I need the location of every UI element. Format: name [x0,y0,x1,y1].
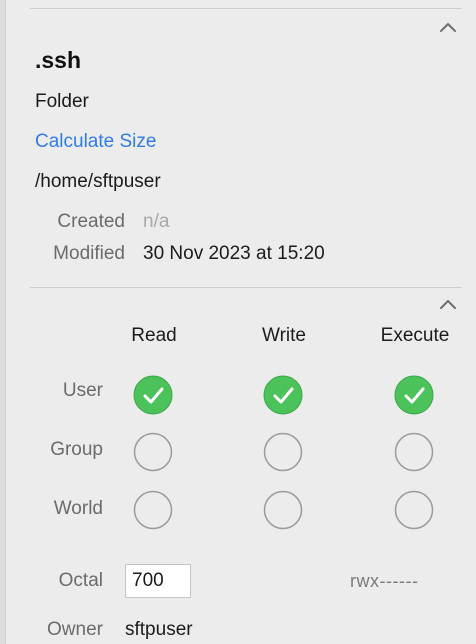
column-header-write: Write [262,325,306,346]
section-divider [30,8,462,9]
row-label-user: User [62,380,103,401]
group-execute-checkbox[interactable] [394,432,434,472]
created-label: Created [57,211,125,232]
octal-input[interactable] [125,564,191,598]
user-read-checkbox[interactable] [133,375,173,415]
modified-label: Modified [53,243,125,264]
row-label-group: Group [50,439,103,460]
user-execute-checkbox[interactable] [394,375,434,415]
user-write-checkbox[interactable] [263,375,303,415]
world-read-checkbox[interactable] [133,490,173,530]
world-write-checkbox[interactable] [263,490,303,530]
group-read-checkbox[interactable] [133,432,173,472]
row-label-world: World [53,498,103,519]
item-path: /home/sftpuser [35,171,161,192]
symbolic-permissions: rwx------ [350,571,419,591]
world-execute-checkbox[interactable] [394,490,434,530]
item-name: .ssh [35,47,82,73]
calculate-size-link[interactable]: Calculate Size [35,131,156,153]
created-value: n/a [143,211,170,232]
section-divider [30,287,462,288]
info-panel: .ssh Folder Calculate Size /home/sftpuse… [0,0,476,644]
chevron-up-icon[interactable] [438,297,458,311]
octal-label: Octal [58,570,103,591]
owner-value: sftpuser [125,619,193,640]
modified-value: 30 Nov 2023 at 15:20 [143,243,325,264]
group-write-checkbox[interactable] [263,432,303,472]
item-kind: Folder [35,91,89,112]
chevron-up-icon[interactable] [438,20,458,34]
column-header-execute: Execute [380,325,450,346]
column-header-read: Read [131,325,177,346]
owner-label: Owner [47,619,103,640]
panel-border [0,0,6,644]
